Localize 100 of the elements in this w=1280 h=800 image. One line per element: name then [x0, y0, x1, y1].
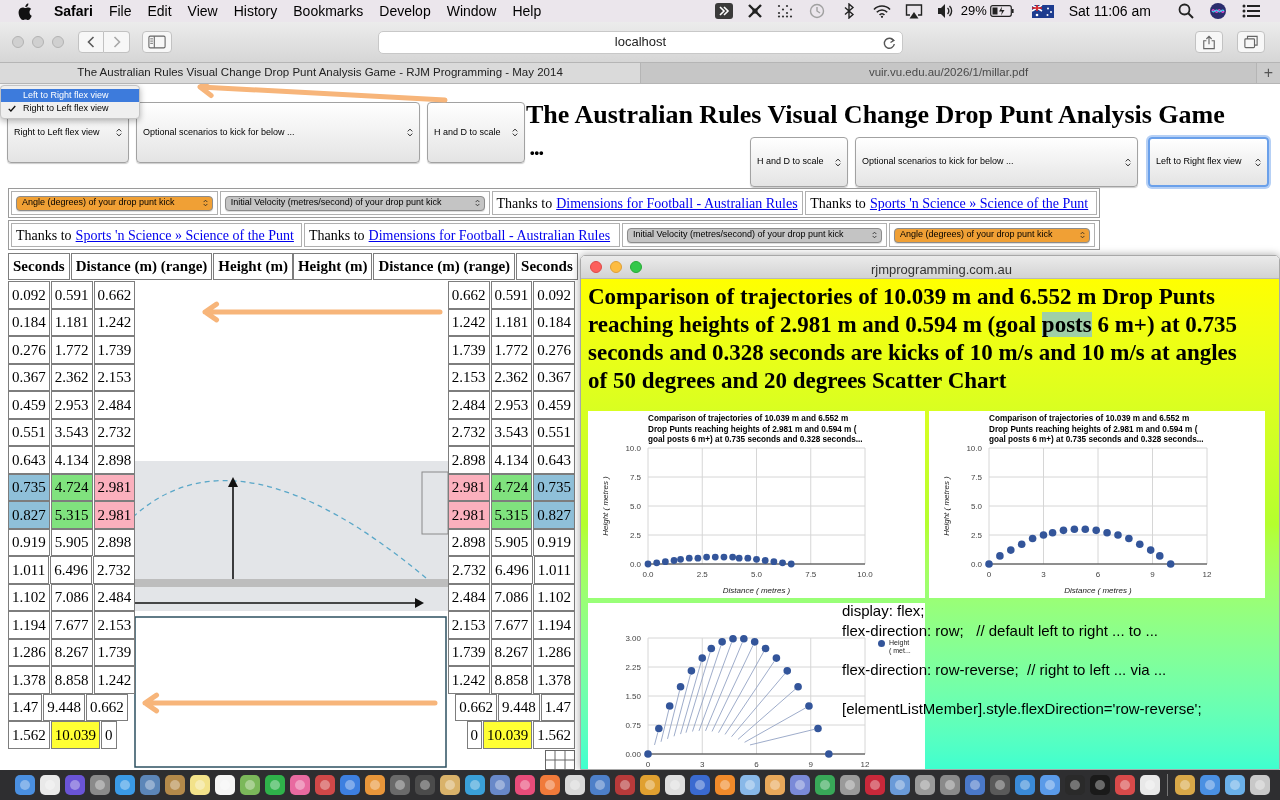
app-icon[interactable] [164, 774, 186, 796]
app-icon[interactable] [739, 774, 761, 796]
code-line: display: flex; [842, 601, 926, 621]
app-icon[interactable] [214, 774, 236, 796]
app-icon[interactable] [789, 774, 811, 796]
app-icon[interactable] [539, 774, 561, 796]
menu-item[interactable]: History [233, 0, 278, 22]
select-dropdown[interactable]: Initial Velocity (metres/second) of your drop punt kick [224, 195, 485, 211]
back-button[interactable] [78, 31, 104, 53]
app-icon[interactable] [939, 774, 961, 796]
select-dropdown[interactable]: Angle (degrees) of your drop punt kick [894, 227, 1090, 243]
battery-icon[interactable] [989, 5, 1014, 17]
menu-item[interactable]: Edit [147, 0, 172, 22]
app-icon[interactable] [1249, 774, 1271, 796]
select-dropdown[interactable]: Left to Right flex view [1148, 137, 1269, 187]
table-cell: 6.496 [491, 556, 533, 584]
link[interactable]: Dimensions for Football - Australian Rules [556, 195, 798, 211]
menu-item[interactable]: Bookmarks [293, 0, 364, 22]
menu-item[interactable]: Left to Right flex view [1, 89, 139, 102]
app-icon[interactable] [1174, 774, 1196, 796]
app-icon[interactable] [1014, 774, 1036, 796]
table-cell: 10.039 [483, 721, 533, 749]
app-icon[interactable] [1039, 774, 1061, 796]
app-icon[interactable] [964, 774, 986, 796]
app-icon[interactable] [264, 774, 286, 796]
app-icon[interactable] [239, 774, 261, 796]
bluetooth-icon[interactable] [842, 3, 855, 19]
app-icon[interactable] [389, 774, 411, 796]
app-icon[interactable] [664, 774, 686, 796]
grid-icon[interactable] [545, 749, 575, 770]
app-icon[interactable] [314, 774, 336, 796]
search-icon[interactable] [1178, 3, 1194, 19]
app-icon[interactable] [1224, 774, 1246, 796]
menu-item[interactable]: Develop [379, 0, 431, 22]
app-icon[interactable] [14, 774, 36, 796]
browser-tab[interactable]: vuir.vu.edu.au/2026/1/millar.pdf [640, 63, 1256, 83]
app-icon[interactable] [464, 774, 486, 796]
app-icon[interactable] [139, 774, 161, 796]
updown-caret-icon [1125, 157, 1131, 167]
app-icon[interactable] [814, 774, 836, 796]
menu-item[interactable]: Window [446, 0, 497, 22]
updown-caret-icon [407, 128, 413, 137]
app-icon[interactable] [39, 774, 61, 796]
link[interactable]: Sports 'n Science » Science of the Punt [869, 195, 1089, 211]
select-dropdown[interactable]: Optional scenarios to kick for below ... [136, 102, 420, 163]
wifi-icon[interactable] [872, 4, 891, 18]
menu-item[interactable]: View [187, 0, 218, 22]
app-icon[interactable] [339, 774, 361, 796]
dots-grid-icon[interactable] [776, 4, 793, 18]
app-icon[interactable] [489, 774, 511, 796]
siri-icon[interactable] [1210, 3, 1226, 19]
link[interactable]: Dimensions for Football - Australian Rules [368, 227, 611, 243]
table-cell: 0.919 [8, 528, 50, 556]
select-dropdown[interactable]: Initial Velocity (metres/second) of your drop punt kick [627, 227, 882, 243]
browser-tab[interactable]: The Australian Rules Visual Change Drop Punt Analysis Game - RJM Programming - May 2014 [0, 63, 640, 83]
select-dropdown[interactable]: Angle (degrees) of your drop punt kick [16, 195, 213, 211]
app-icon[interactable] [189, 774, 211, 796]
app-icon[interactable] [764, 774, 786, 796]
close-button[interactable] [590, 261, 602, 273]
app-icon[interactable] [564, 774, 586, 796]
link[interactable]: Sports 'n Science » Science of the Punt [75, 227, 294, 243]
new-tab-button[interactable]: + [1256, 63, 1280, 83]
menu-item[interactable]: Help [512, 0, 542, 22]
app-icon[interactable] [439, 774, 461, 796]
select-dropdown[interactable]: H and D to scale [427, 102, 525, 163]
app-icon[interactable] [914, 774, 936, 796]
app-icon[interactable] [839, 774, 861, 796]
menu-clock[interactable]: Sat 11:06 am [1068, 0, 1151, 22]
app-icon[interactable] [689, 774, 711, 796]
app-icon[interactable] [1114, 774, 1136, 796]
app-icon[interactable] [514, 774, 536, 796]
cross-icon[interactable] [746, 3, 763, 19]
select-dropdown[interactable]: Optional scenarios to kick for below ... [855, 137, 1138, 187]
menu-item[interactable]: File [108, 0, 132, 22]
app-icon[interactable] [289, 774, 311, 796]
address-field[interactable]: localhost [378, 30, 903, 54]
volume-icon[interactable] [936, 3, 953, 19]
select-dropdown[interactable]: H and D to scale [750, 137, 848, 187]
flag-icon[interactable] [1031, 4, 1054, 18]
app-icon[interactable] [714, 774, 736, 796]
app-icon[interactable] [1139, 774, 1161, 796]
reload-icon[interactable] [882, 35, 896, 50]
menu-item[interactable]: Safari [54, 0, 93, 22]
chevrons-badge-icon[interactable] [714, 3, 733, 19]
app-icon[interactable] [114, 774, 136, 796]
app-icon[interactable] [89, 774, 111, 796]
airplay-icon[interactable] [904, 3, 923, 19]
apple-menu-icon[interactable] [18, 2, 32, 20]
share-button[interactable] [1195, 31, 1223, 53]
list-icon[interactable] [1242, 3, 1260, 19]
app-icon[interactable] [639, 774, 661, 796]
app-icon[interactable] [1199, 774, 1221, 796]
sidebar-button[interactable] [142, 31, 172, 53]
table-cell: 5.905 [50, 528, 93, 556]
app-icon[interactable] [589, 774, 611, 796]
app-icon[interactable] [889, 774, 911, 796]
app-icon[interactable] [364, 774, 386, 796]
tabs-button[interactable] [1237, 31, 1265, 53]
table-cell: 1.242 [93, 666, 136, 694]
data-point [676, 682, 685, 691]
